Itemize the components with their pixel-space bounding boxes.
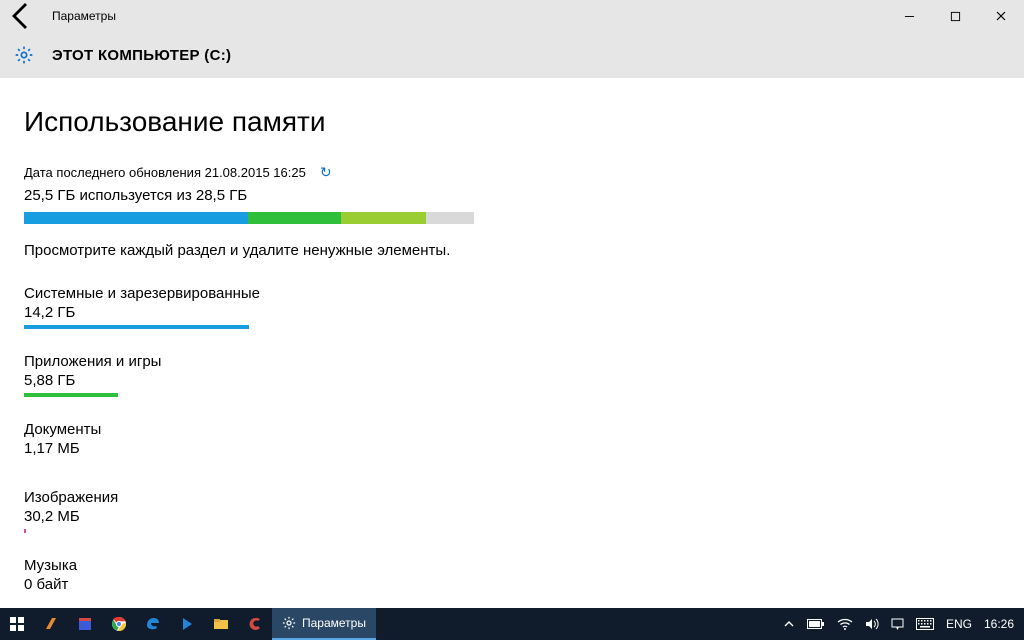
start-button[interactable] bbox=[0, 608, 34, 640]
taskbar-app-winamp[interactable] bbox=[34, 608, 68, 640]
usage-bar-segment bbox=[24, 212, 248, 224]
taskbar-app-media[interactable] bbox=[170, 608, 204, 640]
maximize-button[interactable] bbox=[932, 0, 978, 32]
last-update-value: 21.08.2015 16:25 bbox=[205, 165, 306, 180]
category-size: 5,88 ГБ bbox=[24, 372, 1000, 389]
storage-category[interactable]: Документы 1,17 МБ bbox=[24, 421, 1000, 465]
category-name: Изображения bbox=[24, 489, 1000, 506]
taskbar-active-settings[interactable]: Параметры bbox=[272, 608, 376, 640]
usage-summary: 25,5 ГБ используется из 28,5 ГБ bbox=[24, 187, 1000, 204]
minimize-button[interactable] bbox=[886, 0, 932, 32]
taskbar-app-explorer[interactable] bbox=[204, 608, 238, 640]
category-bar bbox=[24, 529, 26, 533]
clock[interactable]: 16:26 bbox=[984, 617, 1014, 631]
last-update-label: Дата последнего обновления bbox=[24, 165, 201, 180]
system-tray: ENG 16:26 bbox=[783, 608, 1024, 640]
category-list: Системные и зарезервированные 14,2 ГБ Прил… bbox=[24, 285, 1000, 601]
battery-icon[interactable] bbox=[807, 619, 825, 629]
window-titlebar: Параметры bbox=[0, 0, 1024, 32]
category-name: Системные и зарезервированные bbox=[24, 285, 1000, 302]
window-title: Параметры bbox=[52, 9, 116, 23]
drive-title: ЭТОТ КОМПЬЮТЕР (C:) bbox=[52, 47, 231, 64]
category-name: Музыка bbox=[24, 557, 1000, 574]
volume-icon[interactable] bbox=[865, 618, 879, 630]
settings-header: ЭТОТ КОМПЬЮТЕР (C:) bbox=[0, 32, 1024, 78]
category-bar bbox=[24, 393, 118, 397]
last-update-row: Дата последнего обновления 21.08.2015 16… bbox=[24, 164, 1000, 181]
storage-content: Использование памяти Дата последнего обн… bbox=[0, 78, 1024, 601]
category-size: 30,2 МБ bbox=[24, 508, 1000, 525]
usage-bar-segment bbox=[341, 212, 427, 224]
window-controls bbox=[886, 0, 1024, 32]
back-button[interactable] bbox=[6, 0, 38, 32]
category-name: Приложения и игры bbox=[24, 353, 1000, 370]
category-name: Документы bbox=[24, 421, 1000, 438]
wifi-icon[interactable] bbox=[837, 618, 853, 630]
storage-category[interactable]: Изображения 30,2 МБ bbox=[24, 489, 1000, 533]
keyboard-icon[interactable] bbox=[916, 618, 934, 630]
taskbar-app-chrome[interactable] bbox=[102, 608, 136, 640]
storage-category[interactable]: Системные и зарезервированные 14,2 ГБ bbox=[24, 285, 1000, 329]
close-button[interactable] bbox=[978, 0, 1024, 32]
notifications-icon[interactable] bbox=[891, 618, 904, 631]
category-size: 0 байт bbox=[24, 576, 1000, 593]
storage-category[interactable]: Музыка 0 байт bbox=[24, 557, 1000, 601]
gear-icon bbox=[14, 45, 34, 65]
usage-bar-segment bbox=[248, 212, 341, 224]
usage-bar-segment bbox=[426, 212, 474, 224]
tray-chevron-up-icon[interactable] bbox=[783, 618, 795, 630]
category-size: 1,17 МБ bbox=[24, 440, 1000, 457]
taskbar-active-label: Параметры bbox=[302, 616, 366, 630]
page-title: Использование памяти bbox=[24, 106, 1000, 138]
taskbar-app-notepad[interactable] bbox=[68, 608, 102, 640]
taskbar-app-edge[interactable] bbox=[136, 608, 170, 640]
category-bar bbox=[24, 325, 249, 329]
category-size: 14,2 ГБ bbox=[24, 304, 1000, 321]
instruction-text: Просмотрите каждый раздел и удалите нену… bbox=[24, 242, 1000, 259]
refresh-icon[interactable]: ↻ bbox=[320, 164, 332, 181]
taskbar-app-ccleaner[interactable] bbox=[238, 608, 272, 640]
input-language[interactable]: ENG bbox=[946, 617, 972, 631]
usage-bar bbox=[24, 212, 474, 224]
taskbar: Параметры ENG 16:26 bbox=[0, 608, 1024, 640]
storage-category[interactable]: Приложения и игры 5,88 ГБ bbox=[24, 353, 1000, 397]
